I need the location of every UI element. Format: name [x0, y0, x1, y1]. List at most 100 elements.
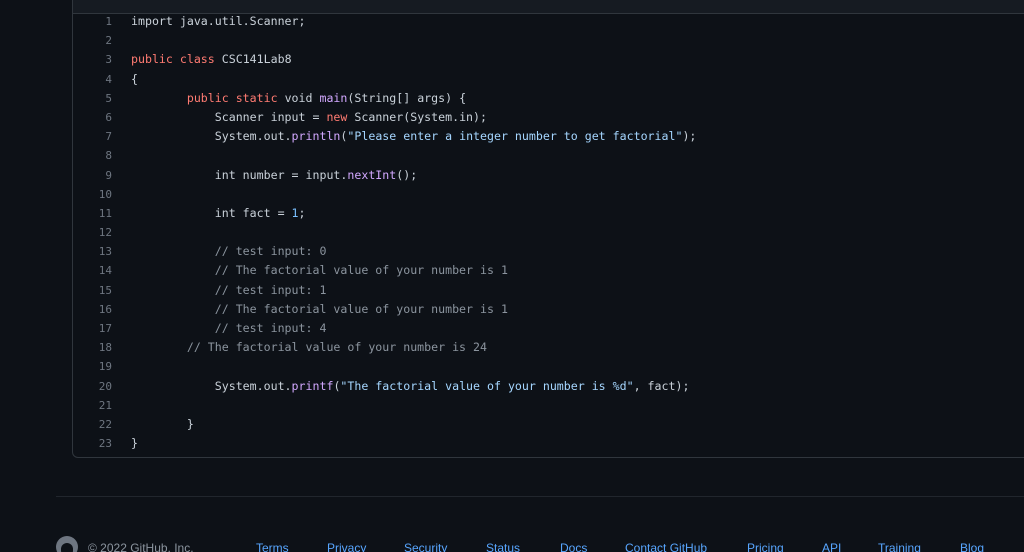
- line-code: // test input: 1: [131, 281, 327, 300]
- line-number[interactable]: 21: [73, 396, 112, 415]
- footer-link-terms[interactable]: Terms: [256, 541, 289, 552]
- code-token: public static: [131, 90, 285, 105]
- code-line: 18 // The factorial value of your number…: [73, 338, 1024, 357]
- code-token: // test input: 0: [131, 244, 327, 259]
- code-token: // test input: 4: [131, 321, 327, 335]
- code-line: 21: [73, 396, 1024, 415]
- line-code: System.out.printf("The factorial value o…: [131, 377, 690, 396]
- footer-link-security[interactable]: Security: [404, 541, 447, 552]
- footer-link-docs[interactable]: Docs: [560, 541, 587, 552]
- line-number[interactable]: 2: [73, 31, 112, 50]
- code-token: CSC141Lab8: [221, 52, 292, 67]
- code-line: 1 import java.util.Scanner;: [73, 12, 1024, 31]
- line-code: }: [131, 415, 194, 434]
- line-number[interactable]: 15: [73, 281, 112, 300]
- line-code: // The factorial value of your number is…: [131, 261, 508, 280]
- code-token: 1: [291, 205, 299, 220]
- line-number[interactable]: 23: [73, 434, 112, 453]
- line-number[interactable]: 17: [73, 319, 112, 338]
- code-line: 10: [73, 185, 1024, 204]
- line-number[interactable]: 10: [73, 185, 112, 204]
- code-token: int number = input.: [131, 167, 348, 182]
- code-line: 16 // The factorial value of your number…: [73, 300, 1024, 319]
- code-line: 14 // The factorial value of your number…: [73, 261, 1024, 280]
- line-number[interactable]: 8: [73, 146, 112, 165]
- code-line: 15 // test input: 1: [73, 281, 1024, 300]
- line-number[interactable]: 20: [73, 377, 112, 396]
- code-token: void: [284, 90, 320, 105]
- code-token: Scanner(System.in);: [354, 109, 487, 124]
- code-token: // The factorial value of your number is…: [131, 263, 508, 278]
- footer-link-blog[interactable]: Blog: [960, 541, 984, 552]
- code-token: }: [131, 436, 138, 451]
- line-number[interactable]: 6: [73, 108, 112, 127]
- line-number[interactable]: 9: [73, 166, 112, 185]
- code-line: 8: [73, 146, 1024, 165]
- code-token: // The factorial value of your number is…: [131, 301, 508, 316]
- line-number[interactable]: 16: [73, 300, 112, 319]
- code-line: 5 public static void main(String[] args)…: [73, 89, 1024, 108]
- code-line: 22 }: [73, 415, 1024, 434]
- code-token: // test input: 1: [131, 282, 327, 297]
- code-line: 19: [73, 357, 1024, 376]
- line-code: }: [131, 434, 138, 453]
- code-token: new: [326, 109, 355, 124]
- line-code: // The factorial value of your number is…: [131, 338, 487, 357]
- code-line: 6 Scanner input = new Scanner(System.in)…: [73, 108, 1024, 127]
- footer-copyright: © 2022 GitHub, Inc.: [88, 541, 194, 552]
- code-line: 9 int number = input.nextInt();: [73, 166, 1024, 185]
- code-line: 4{: [73, 70, 1024, 89]
- line-number[interactable]: 4: [73, 70, 112, 89]
- code-token: int fact =: [131, 205, 292, 220]
- line-number[interactable]: 11: [73, 204, 112, 223]
- code-viewer: 1 import java.util.Scanner; 2 3 public class…: [72, 0, 1024, 458]
- footer-divider: [56, 496, 1024, 497]
- line-number[interactable]: 22: [73, 415, 112, 434]
- line-code: System.out.println("Please enter a integ…: [131, 127, 697, 146]
- code-token: );: [682, 129, 697, 144]
- code-token: ();: [396, 167, 418, 182]
- line-number[interactable]: 12: [73, 223, 112, 242]
- code-lines: 1 import java.util.Scanner; 2 3 public class…: [73, 12, 1024, 453]
- footer-link-pricing[interactable]: Pricing: [747, 541, 784, 552]
- footer-link-status[interactable]: Status: [486, 541, 520, 552]
- code-line: 23}: [73, 434, 1024, 453]
- footer-link-api[interactable]: API: [822, 541, 841, 552]
- line-number[interactable]: 18: [73, 338, 112, 357]
- code-line: 13 // test input: 0: [73, 242, 1024, 261]
- code-line: 17 // test input: 4: [73, 319, 1024, 338]
- footer-link-training[interactable]: Training: [878, 541, 921, 552]
- site-footer: © 2022 GitHub, Inc. Terms Privacy Securi…: [56, 536, 1024, 552]
- line-code: public class CSC141Lab8: [131, 50, 292, 69]
- line-code: // test input: 4: [131, 319, 327, 338]
- line-number[interactable]: 13: [73, 242, 112, 261]
- line-code: Scanner input = new Scanner(System.in);: [131, 108, 487, 127]
- code-token: nextInt: [347, 167, 397, 182]
- code-line: 20 System.out.printf("The factorial valu…: [73, 377, 1024, 396]
- line-number[interactable]: 19: [73, 357, 112, 376]
- line-number[interactable]: 3: [73, 50, 112, 69]
- line-number[interactable]: 5: [73, 89, 112, 108]
- line-number[interactable]: 7: [73, 127, 112, 146]
- line-code: // test input: 0: [131, 242, 327, 261]
- line-code: {: [131, 70, 138, 89]
- code-token: {: [131, 71, 138, 86]
- code-line: 3 public class CSC141Lab8: [73, 50, 1024, 69]
- code-line: 12: [73, 223, 1024, 242]
- line-code: // The factorial value of your number is…: [131, 300, 508, 319]
- footer-link-contact[interactable]: Contact GitHub: [625, 541, 707, 552]
- code-token: import java.util.Scanner;: [131, 14, 306, 28]
- code-token: System.out.: [131, 378, 292, 393]
- code-token: Scanner input =: [131, 109, 327, 124]
- line-code: public static void main(String[] args) {: [131, 89, 466, 108]
- code-token: // The factorial value of your number is…: [131, 340, 487, 355]
- footer-link-privacy[interactable]: Privacy: [327, 541, 366, 552]
- code-line: 2: [73, 31, 1024, 50]
- code-token: printf: [291, 378, 334, 393]
- line-number[interactable]: 14: [73, 261, 112, 280]
- github-mark-icon[interactable]: [56, 536, 78, 552]
- code-token: , fact);: [633, 378, 690, 393]
- line-number[interactable]: 1: [73, 12, 112, 31]
- line-code: int number = input.nextInt();: [131, 166, 417, 185]
- code-token: ;: [298, 205, 306, 220]
